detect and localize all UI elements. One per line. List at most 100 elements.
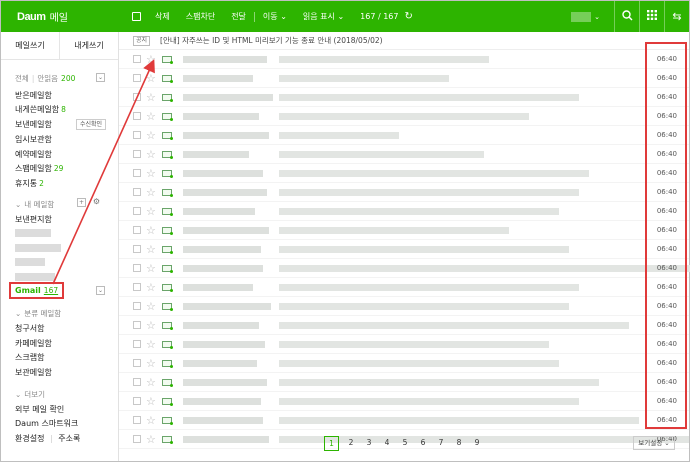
- star-icon[interactable]: ☆: [146, 187, 156, 198]
- mail-row[interactable]: ☆ 06:40: [119, 373, 689, 392]
- page-7-button[interactable]: 7: [432, 436, 450, 451]
- star-icon[interactable]: ☆: [146, 282, 156, 293]
- sender-name[interactable]: [183, 264, 263, 272]
- folder-sent[interactable]: 보낸메일함: [15, 119, 52, 130]
- move-dropdown[interactable]: 이동 ⌄: [255, 11, 295, 22]
- mail-row[interactable]: ☆ 06:40: [119, 297, 689, 316]
- sender-name[interactable]: [183, 74, 253, 82]
- settings-link[interactable]: 환경설정: [15, 434, 44, 443]
- spam-block-button[interactable]: 스팸차단: [178, 11, 223, 22]
- mail-row[interactable]: ☆ 06:40: [119, 126, 689, 145]
- delete-button[interactable]: 삭제: [147, 11, 178, 22]
- sender-name[interactable]: [183, 302, 271, 310]
- folder-bills[interactable]: 청구서함: [15, 323, 44, 334]
- mail-row[interactable]: ☆ 06:40: [119, 69, 689, 88]
- blurred-folder[interactable]: [15, 258, 45, 266]
- star-icon[interactable]: ☆: [146, 225, 156, 236]
- row-checkbox[interactable]: [133, 150, 141, 158]
- mail-subject[interactable]: [279, 226, 509, 234]
- folder-sent-letters[interactable]: 보낸편지함: [15, 214, 52, 225]
- all-mail-header[interactable]: 전체 | 안읽음 200: [15, 73, 75, 84]
- mail-row[interactable]: ☆ 06:40: [119, 107, 689, 126]
- row-checkbox[interactable]: [133, 340, 141, 348]
- notice-bar[interactable]: 공지 [안내] 자주쓰는 ID 및 HTML 미리보기 기능 종료 안내 (20…: [119, 32, 689, 50]
- mail-subject[interactable]: [279, 74, 449, 82]
- sender-name[interactable]: [183, 169, 263, 177]
- addressbook-link[interactable]: 주소록: [58, 434, 80, 443]
- folder-drafts[interactable]: 임시보관함: [15, 134, 52, 145]
- star-icon[interactable]: ☆: [146, 149, 156, 160]
- row-checkbox[interactable]: [133, 169, 141, 177]
- star-icon[interactable]: ☆: [146, 92, 156, 103]
- add-folder-icon[interactable]: +: [77, 198, 86, 207]
- daum-mail-logo[interactable]: Daum 메일: [1, 9, 119, 25]
- read-mark-dropdown[interactable]: 읽음 표시 ⌄: [295, 11, 352, 22]
- star-icon[interactable]: ☆: [146, 320, 156, 331]
- mail-subject[interactable]: [279, 378, 599, 386]
- gear-icon[interactable]: ⚙: [92, 198, 101, 207]
- mail-subject[interactable]: [279, 397, 579, 405]
- swap-arrows-icon[interactable]: ⇆: [665, 10, 689, 23]
- row-checkbox[interactable]: [133, 359, 141, 367]
- mail-subject[interactable]: [279, 245, 569, 253]
- star-icon[interactable]: ☆: [146, 54, 156, 65]
- mail-row[interactable]: ☆ 06:40: [119, 392, 689, 411]
- mail-row[interactable]: ☆ 06:40: [119, 335, 689, 354]
- row-checkbox[interactable]: [133, 378, 141, 386]
- sender-name[interactable]: [183, 245, 261, 253]
- folder-spam[interactable]: 스팸메일함 29: [15, 163, 63, 174]
- mail-row[interactable]: ☆ 06:40: [119, 259, 690, 278]
- star-icon[interactable]: ☆: [146, 339, 156, 350]
- mail-subject[interactable]: [279, 93, 579, 101]
- row-checkbox[interactable]: [133, 397, 141, 405]
- sender-name[interactable]: [183, 226, 269, 234]
- row-checkbox[interactable]: [133, 74, 141, 82]
- page-5-button[interactable]: 5: [396, 436, 414, 451]
- write-to-self-button[interactable]: 내게쓰기: [60, 32, 118, 59]
- folder-trash[interactable]: 휴지통 2: [15, 178, 44, 189]
- mail-row[interactable]: ☆ 06:40: [119, 164, 689, 183]
- sender-name[interactable]: [183, 359, 257, 367]
- blurred-folder[interactable]: [15, 244, 61, 252]
- star-icon[interactable]: ☆: [146, 73, 156, 84]
- page-1-button[interactable]: 1: [324, 436, 339, 451]
- row-checkbox[interactable]: [133, 207, 141, 215]
- mail-row[interactable]: ☆ 06:40: [119, 278, 689, 297]
- folder-self-mail[interactable]: 내게쓴메일함 8: [15, 104, 66, 115]
- mail-subject[interactable]: [279, 150, 484, 158]
- mail-subject[interactable]: [279, 131, 399, 139]
- sender-name[interactable]: [183, 131, 269, 139]
- row-checkbox[interactable]: [133, 245, 141, 253]
- mail-row[interactable]: ☆ 06:40: [119, 183, 689, 202]
- star-icon[interactable]: ☆: [146, 168, 156, 179]
- folder-inbox[interactable]: 받은메일함: [15, 90, 52, 101]
- row-checkbox[interactable]: [133, 435, 141, 443]
- star-icon[interactable]: ☆: [146, 301, 156, 312]
- view-settings-button[interactable]: 보기설정 ⌄: [633, 436, 675, 450]
- apps-grid-icon[interactable]: [640, 10, 664, 23]
- star-icon[interactable]: ☆: [146, 434, 156, 445]
- mail-subject[interactable]: [279, 321, 629, 329]
- chevron-down-icon[interactable]: ⌄: [594, 13, 600, 21]
- sender-name[interactable]: [183, 416, 263, 424]
- folder-scrap[interactable]: 스크랩함: [15, 352, 44, 363]
- search-icon[interactable]: [615, 9, 639, 24]
- star-icon[interactable]: ☆: [146, 111, 156, 122]
- mail-row[interactable]: ☆ 06:40: [119, 354, 689, 373]
- sender-name[interactable]: [183, 55, 267, 63]
- folder-cafe[interactable]: 카페메일함: [15, 338, 52, 349]
- more-header[interactable]: ⌄ 더보기: [15, 389, 45, 400]
- row-checkbox[interactable]: [133, 302, 141, 310]
- blurred-folder[interactable]: [15, 229, 51, 237]
- sender-name[interactable]: [183, 112, 259, 120]
- row-checkbox[interactable]: [133, 131, 141, 139]
- sender-name[interactable]: [183, 321, 259, 329]
- star-icon[interactable]: ☆: [146, 415, 156, 426]
- folder-archive[interactable]: 보관메일함: [15, 367, 52, 378]
- receipt-check-button[interactable]: 수신확인: [76, 119, 106, 130]
- star-icon[interactable]: ☆: [146, 396, 156, 407]
- sender-name[interactable]: [183, 93, 273, 101]
- row-checkbox[interactable]: [133, 93, 141, 101]
- star-icon[interactable]: ☆: [146, 206, 156, 217]
- mail-subject[interactable]: [279, 264, 690, 272]
